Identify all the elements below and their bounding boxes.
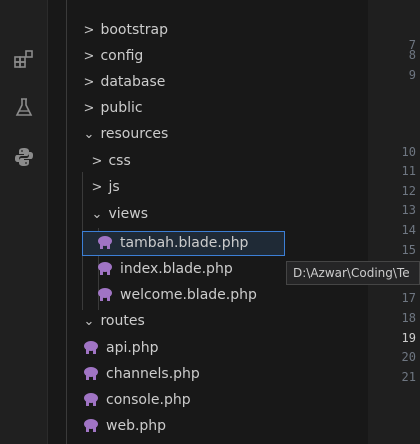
tree-file-channels[interactable]: channels.php [82, 361, 200, 387]
line-number: 17 [401, 291, 416, 305]
line-number: 18 [401, 311, 416, 325]
chevron-right-icon: > [91, 154, 103, 169]
tree-file-web[interactable]: web.php [82, 413, 166, 439]
tree-item-label: welcome.blade.php [120, 287, 257, 303]
php-elephant-icon [98, 288, 112, 301]
python-icon[interactable] [9, 142, 39, 172]
tree-folder-config[interactable]: > config [82, 43, 144, 69]
tree-item-label: config [100, 48, 144, 64]
chevron-down-icon: ⌄ [83, 314, 95, 329]
line-number: 20 [401, 350, 416, 364]
line-number: 13 [401, 203, 416, 217]
tree-item-label: bootstrap [100, 22, 168, 38]
line-number: 10 [401, 145, 416, 159]
activity-bar [0, 0, 48, 444]
tree-item-label: database [100, 74, 166, 90]
chevron-right-icon: > [83, 101, 95, 116]
tree-folder-resources[interactable]: ⌄ resources [82, 121, 169, 147]
tree-item-label: channels.php [106, 366, 200, 382]
tree-file-welcome[interactable]: welcome.blade.php [96, 282, 257, 308]
tree-item-label: resources [100, 126, 169, 142]
testing-flask-icon[interactable] [9, 92, 39, 122]
extensions-icon[interactable] [9, 44, 39, 74]
chevron-right-icon: > [91, 180, 103, 195]
tree-item-label: tambah.blade.php [120, 235, 249, 251]
tree-folder-css[interactable]: > css [90, 148, 131, 174]
php-elephant-icon [98, 236, 112, 249]
tree-item-label: index.blade.php [120, 261, 233, 277]
line-number-active: 19 [401, 331, 416, 345]
tree-item-label: web.php [106, 418, 167, 434]
line-number: 21 [401, 370, 416, 384]
chevron-right-icon: > [83, 23, 95, 38]
tree-item-label: console.php [106, 392, 191, 408]
chevron-right-icon: > [83, 75, 95, 90]
php-elephant-icon [84, 367, 98, 380]
tree-folder-database[interactable]: > database [82, 69, 166, 95]
tree-item-label: views [108, 206, 148, 222]
line-number: 14 [401, 223, 416, 237]
chevron-down-icon: ⌄ [91, 207, 103, 222]
php-elephant-icon [84, 341, 98, 354]
chevron-right-icon: > [83, 49, 95, 64]
tree-folder-views[interactable]: ⌄ views [90, 201, 148, 227]
line-number: 9 [408, 68, 416, 82]
php-elephant-icon [84, 419, 98, 432]
tree-file-index[interactable]: index.blade.php [96, 256, 233, 282]
php-elephant-icon [84, 393, 98, 406]
editor-gutter: 7 8 9 10 11 12 13 14 15 16 17 18 19 20 2… [368, 0, 420, 444]
tree-file-tambah[interactable]: tambah.blade.php [96, 230, 248, 256]
tree-item-label: api.php [106, 340, 159, 356]
chevron-down-icon: ⌄ [83, 127, 95, 142]
indent-guide [66, 0, 67, 444]
tree-item-label: routes [100, 313, 145, 329]
tree-file-api[interactable]: api.php [82, 335, 158, 361]
tree-folder-public[interactable]: > public [82, 95, 143, 121]
tree-folder-js[interactable]: > js [90, 174, 120, 200]
tree-item-label: css [108, 153, 131, 169]
line-number: 8 [408, 48, 416, 62]
line-number: 11 [401, 164, 416, 178]
line-number: 12 [401, 184, 416, 198]
tree-item-label: js [108, 179, 120, 195]
tree-folder-bootstrap[interactable]: > bootstrap [82, 17, 168, 43]
path-tooltip: D:\Azwar\Coding\Te [286, 261, 420, 285]
line-number: 15 [401, 243, 416, 257]
tree-folder-routes[interactable]: ⌄ routes [82, 308, 145, 334]
tree-item-label: public [100, 100, 143, 116]
tree-file-console[interactable]: console.php [82, 387, 191, 413]
php-elephant-icon [98, 262, 112, 275]
